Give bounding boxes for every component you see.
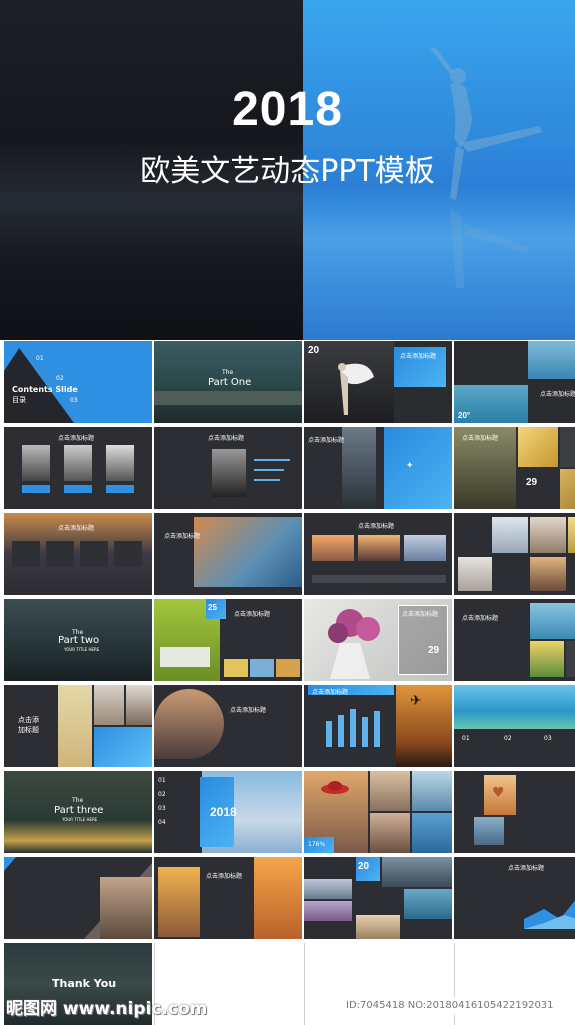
click-title-4: 点击添加标题 bbox=[208, 435, 245, 442]
thumb-golden-29[interactable]: 29 点击添加标题 bbox=[454, 427, 575, 509]
part-three-the: The bbox=[72, 797, 84, 804]
num-25-a: 25 bbox=[208, 603, 217, 612]
grid-divider-2 bbox=[304, 943, 305, 1025]
list-num-1: 01 bbox=[158, 777, 166, 784]
thumb-sunset-three[interactable]: 点击添加标题 bbox=[304, 513, 452, 595]
click-title-1: 点击添加标题 bbox=[400, 353, 437, 360]
thumb-sunset-jump[interactable]: 点击添加标题 bbox=[154, 857, 302, 939]
thumb-part-three[interactable]: The Part three YOUR TITLE HERE bbox=[4, 771, 152, 853]
thumb-portrait-bars[interactable]: 点击添加标题 bbox=[154, 427, 302, 509]
num-20-b: 20 bbox=[358, 861, 370, 872]
hero-subtitle: 欧美文艺动态PPT模板 bbox=[140, 154, 435, 189]
part-one-the: The bbox=[222, 369, 234, 376]
hero-year: 2018 bbox=[232, 83, 343, 136]
click-title-5: 点击添加标题 bbox=[308, 437, 345, 444]
thumb-three-portraits[interactable]: 点击添加标题 bbox=[4, 427, 152, 509]
click-title-2: 点击添加标题 bbox=[540, 391, 575, 398]
click-title-14: 点击添加标题 bbox=[230, 707, 267, 714]
click-title-6: 点击添加标题 bbox=[462, 435, 499, 442]
contents-item-2: 02 bbox=[56, 375, 64, 382]
thumb-heart-pier[interactable]: ♥ bbox=[454, 771, 575, 853]
click-title-16: 点击添加标题 bbox=[206, 873, 243, 880]
nipic-watermark: 昵图网 www.nipic.com bbox=[6, 999, 208, 1019]
click-title-13: 点击添 加标题 bbox=[18, 716, 39, 734]
thumb-20-collage[interactable]: 20 bbox=[304, 857, 452, 939]
part-three-sub: YOUR TITLE HERE bbox=[62, 817, 98, 822]
thumb-white-dress[interactable]: 20 点击添加标题 bbox=[304, 341, 452, 423]
thank-you-text: Thank You bbox=[52, 977, 117, 990]
contents-item-1: 01 bbox=[36, 355, 44, 362]
part-one-title: Part One bbox=[208, 377, 252, 388]
thumb-circle-beach[interactable]: 点击添加标题 bbox=[154, 685, 302, 767]
thumb-photo-collage[interactable] bbox=[454, 513, 575, 595]
list-num-2: 02 bbox=[158, 791, 166, 798]
click-title-17: 点击添加标题 bbox=[508, 865, 545, 872]
click-title-15: 点击添加标题 bbox=[312, 689, 349, 696]
thumb-fields[interactable]: 点击添加标题 bbox=[454, 599, 575, 681]
thumb-red-hat[interactable]: 176% bbox=[304, 771, 452, 853]
thumb-biker[interactable]: 点击添加标题 bbox=[154, 513, 302, 595]
thumb-part-one[interactable]: The Part One bbox=[154, 341, 302, 423]
thumb-women-collage[interactable]: 点击添 加标题 bbox=[4, 685, 152, 767]
pct-176: 176% bbox=[308, 841, 326, 848]
hero-slide: 2018 欧美文艺动态PPT模板 bbox=[0, 0, 575, 340]
contents-subtitle: 目录 bbox=[12, 396, 26, 404]
thumb-flowers-29[interactable]: 点击添加标题 29 bbox=[304, 599, 452, 681]
thumb-part-two[interactable]: The Part two YOUR TITLE HERE bbox=[4, 599, 152, 681]
tropical-num-3: 03 bbox=[544, 735, 552, 742]
click-title-10: 点击添加标题 bbox=[234, 611, 271, 618]
num-29-a: 29 bbox=[526, 477, 538, 488]
heart-icon: ♥ bbox=[492, 785, 505, 801]
year-2018-small: 2018 bbox=[210, 805, 237, 819]
thumb-2018-list[interactable]: 2018 01 02 03 04 bbox=[154, 771, 302, 853]
thumb-tropical[interactable]: 01 02 03 bbox=[454, 685, 575, 767]
thumb-ferris-icons[interactable]: 点击添加标题 bbox=[4, 513, 152, 595]
tropical-num-2: 02 bbox=[504, 735, 512, 742]
twitter-icon: ✦ bbox=[406, 461, 414, 471]
tropical-num-1: 01 bbox=[462, 735, 470, 742]
id-watermark: ID:7045418 NO:20180416105422192031 bbox=[342, 997, 570, 1015]
thumb-beach-20deg[interactable]: 20° 点击添加标题 bbox=[454, 341, 575, 423]
contents-item-3: 03 bbox=[70, 397, 78, 404]
part-three-title: Part three bbox=[54, 805, 104, 816]
click-title-11: 点击添加标题 bbox=[402, 611, 439, 618]
num-29-b: 29 bbox=[428, 645, 440, 656]
click-title-9: 点击添加标题 bbox=[358, 523, 395, 530]
part-two-title: Part two bbox=[58, 635, 100, 646]
list-num-4: 04 bbox=[158, 819, 166, 826]
click-title-7: 点击添加标题 bbox=[58, 525, 95, 532]
slide-num-20: 20 bbox=[308, 345, 320, 356]
contents-title: Contents Slide bbox=[12, 385, 78, 394]
deg-20: 20° bbox=[458, 411, 471, 420]
click-title-12: 点击添加标题 bbox=[462, 615, 499, 622]
thumb-twitter-slide[interactable]: ✦ 点击添加标题 bbox=[304, 427, 452, 509]
click-title-8: 点击添加标题 bbox=[164, 533, 201, 540]
list-num-3: 03 bbox=[158, 805, 166, 812]
thumb-green-room[interactable]: 25 点击添加标题 bbox=[154, 599, 302, 681]
thumb-bar-chart-airplane[interactable]: 点击添加标题 ✈ bbox=[304, 685, 452, 767]
part-two-sub: YOUR TITLE HERE bbox=[64, 647, 100, 652]
airplane-icon: ✈ bbox=[410, 693, 422, 709]
thumb-contents-slide[interactable]: Contents Slide 目录 01 02 03 bbox=[4, 341, 152, 423]
thumb-area-chart[interactable]: 点击添加标题 bbox=[454, 857, 575, 939]
thumb-reclining-woman[interactable] bbox=[4, 857, 152, 939]
click-title-3: 点击添加标题 bbox=[58, 435, 95, 442]
